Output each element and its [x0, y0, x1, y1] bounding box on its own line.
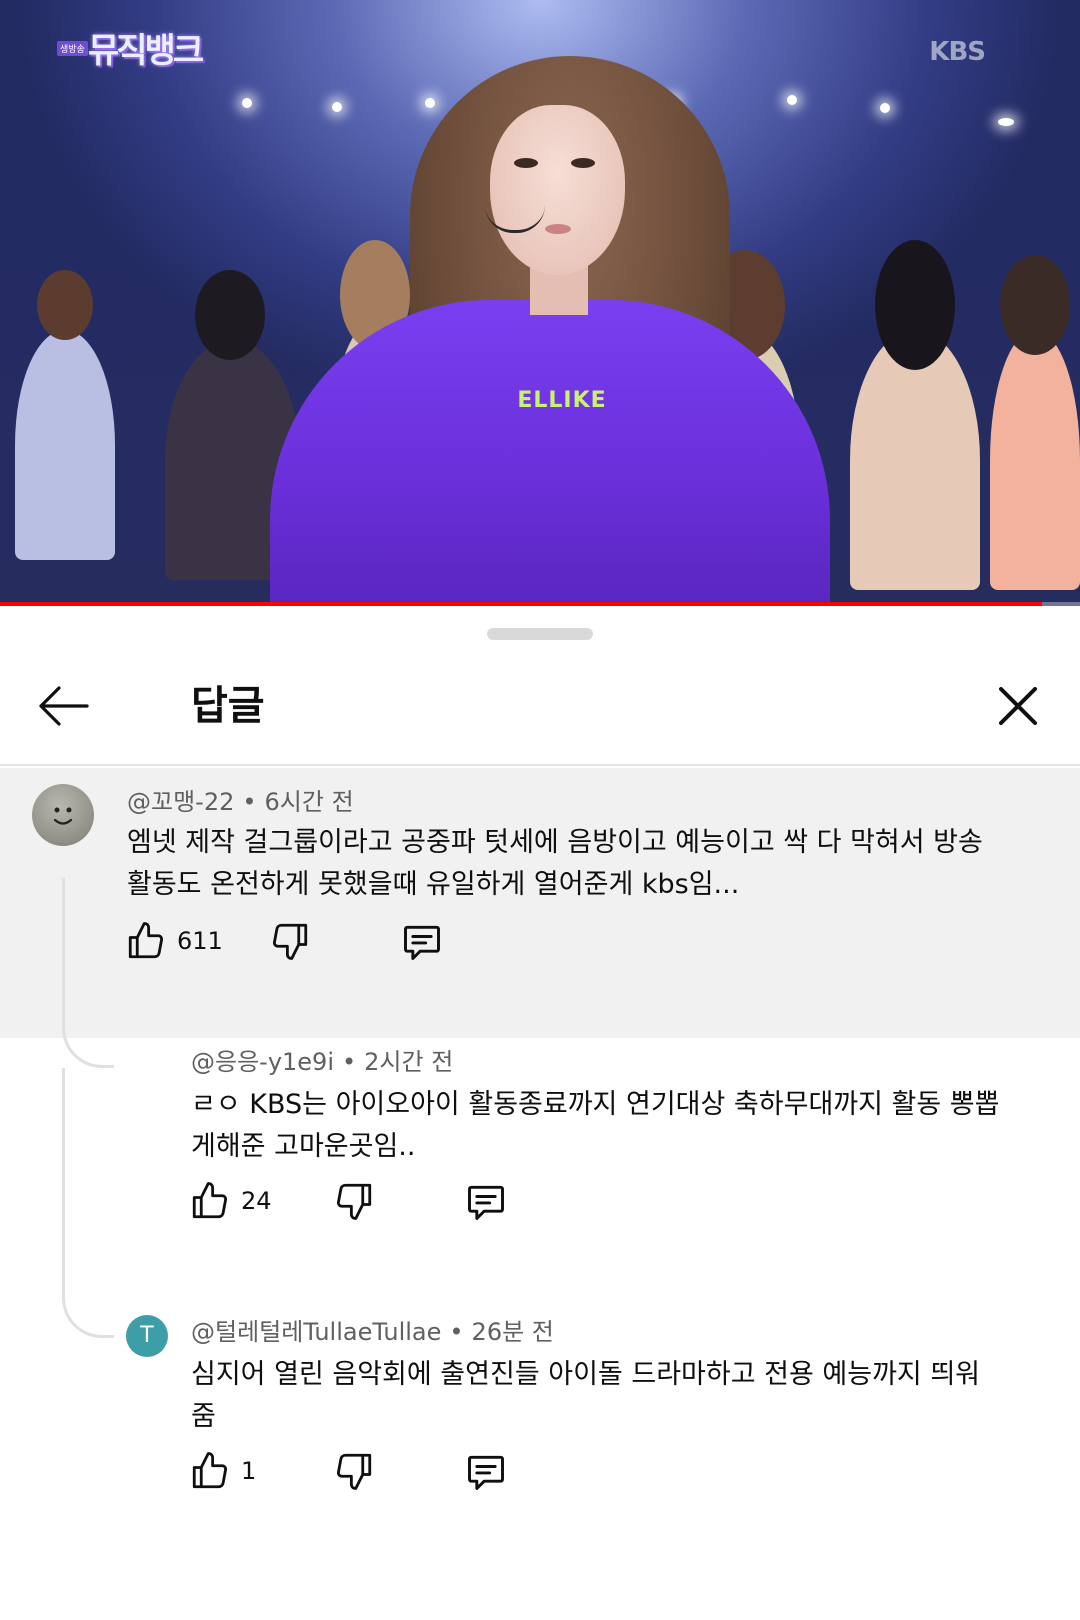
dislike-button[interactable]	[269, 920, 311, 962]
comment-time: 26분 전	[471, 1318, 554, 1346]
drag-handle[interactable]	[487, 628, 593, 640]
reply-comment-icon	[468, 1185, 504, 1220]
thumbs-down-icon	[336, 1183, 372, 1220]
comment-time: 2시간 전	[364, 1048, 454, 1076]
comment-author[interactable]: @꼬맹-22	[127, 788, 234, 816]
comment-actions: 1	[189, 1450, 529, 1506]
smiley-avatar-icon	[53, 807, 73, 825]
lips	[545, 224, 571, 234]
comment-time: 6시간 전	[264, 788, 354, 816]
avatar-letter: T	[140, 1323, 154, 1348]
stage-light	[242, 98, 252, 108]
comment: @꼬맹-22 • 6시간 전 엠넷 제작 걸그룹이라고 공중파 텃세에 음방이고 예…	[0, 768, 1080, 1038]
thumbs-down-icon	[272, 923, 308, 960]
video-player[interactable]: ELLIKE 생방송 뮤직뱅크 KBS	[0, 0, 1080, 606]
reply-comment-icon	[404, 925, 440, 960]
dancer	[990, 255, 1080, 590]
eye	[514, 158, 538, 168]
channel-watermark: KBS	[929, 37, 986, 67]
like-count: 24	[241, 1187, 272, 1215]
comment-actions: 611	[125, 920, 465, 976]
user-avatar[interactable]	[32, 784, 94, 846]
like-button[interactable]: 24	[189, 1180, 272, 1222]
shirt-print: ELLIKE	[517, 388, 607, 413]
singer-face	[490, 105, 625, 275]
meta-separator: •	[242, 788, 257, 816]
thumbs-up-icon	[192, 1182, 228, 1219]
thumbs-up-icon	[192, 1452, 228, 1489]
reply-button[interactable]	[464, 1450, 508, 1494]
comment-author[interactable]: @털레털레TullaeTullae	[191, 1318, 441, 1346]
eye	[571, 158, 595, 168]
like-button[interactable]: 611	[125, 920, 223, 962]
stage-light	[880, 103, 890, 113]
reply-button[interactable]	[400, 920, 444, 964]
comment-meta: @응응-y1e9i • 2시간 전	[191, 1046, 453, 1078]
thumbs-down-icon	[336, 1453, 372, 1490]
user-avatar[interactable]: T	[126, 1315, 168, 1357]
sheet-title: 답글	[191, 683, 265, 729]
program-logo: 뮤직뱅크	[88, 31, 204, 71]
comment-actions: 24	[189, 1180, 529, 1236]
stage-light	[787, 95, 797, 105]
comment-meta: @털레털레TullaeTullae • 26분 전	[191, 1316, 554, 1348]
sheet-header: 답글	[0, 644, 1080, 766]
like-button[interactable]: 1	[189, 1450, 256, 1492]
dancer	[850, 240, 980, 590]
back-button[interactable]	[32, 674, 96, 738]
close-button[interactable]	[986, 674, 1050, 738]
video-progress-fill	[0, 602, 1043, 606]
stage-light	[998, 118, 1014, 126]
thumbs-up-icon	[128, 922, 164, 959]
stage-light	[332, 102, 342, 112]
like-count: 611	[177, 927, 223, 955]
replies-sheet: 답글 @꼬맹-22 • 6시간 전 엠넷 제작 걸그룹이라고 공중파 텃세에 음방이…	[0, 608, 1080, 1620]
reply-button[interactable]	[464, 1180, 508, 1224]
dancer	[15, 270, 115, 560]
meta-separator: •	[342, 1048, 357, 1076]
reply-comment-icon	[468, 1455, 504, 1490]
comment-text: 심지어 열린 음악회에 출연진들 아이돌 드라마하고 전용 예능까지 띄워줌	[191, 1359, 981, 1432]
comment-meta: @꼬맹-22 • 6시간 전	[127, 786, 354, 818]
close-icon	[999, 687, 1037, 725]
comment-author[interactable]: @응응-y1e9i	[191, 1048, 334, 1076]
comment-text: 엠넷 제작 걸그룹이라고 공중파 텃세에 음방이고 예능이고 싹 다 막혀서 방…	[127, 827, 983, 900]
comment-text: ㄹㅇ KBS는 아이오아이 활동종료까지 연기대상 축하무대까지 활동 뽕뽑게해…	[191, 1089, 1000, 1162]
dislike-button[interactable]	[333, 1180, 375, 1222]
reply-comment: @응응-y1e9i • 2시간 전 ㄹㅇ KBS는 아이오아이 활동종료까지 연기대…	[0, 1038, 1080, 1308]
video-progress-bar[interactable]	[0, 602, 1080, 606]
meta-separator: •	[449, 1318, 464, 1346]
live-badge: 생방송	[57, 41, 88, 56]
back-arrow-icon	[39, 686, 89, 726]
stage-light	[425, 98, 435, 108]
dislike-button[interactable]	[333, 1450, 375, 1492]
reply-comment: T @털레털레TullaeTullae • 26분 전 심지어 열린 음악회에 출연…	[0, 1308, 1080, 1608]
like-count: 1	[241, 1457, 257, 1485]
